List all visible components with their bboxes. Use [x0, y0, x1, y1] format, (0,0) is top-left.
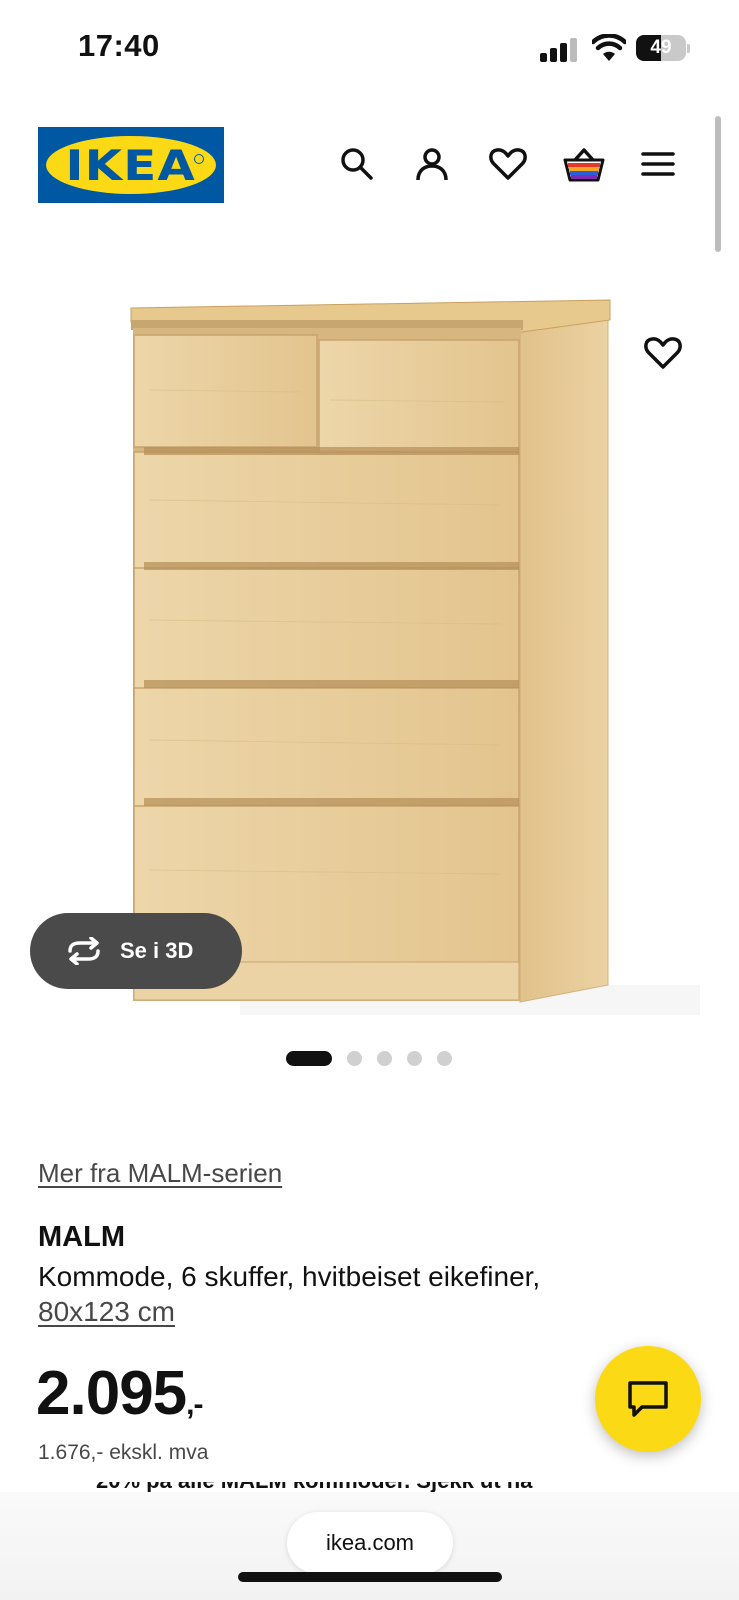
account-icon[interactable] [410, 142, 454, 186]
product-price: 2.095,- [36, 1358, 204, 1429]
product-name: MALM [38, 1221, 125, 1253]
view-in-3d-label: Se i 3D [120, 938, 194, 963]
battery-icon: 49 [636, 35, 690, 61]
search-icon[interactable] [335, 142, 379, 186]
gallery-pagination [0, 1048, 739, 1068]
heart-icon[interactable] [486, 142, 530, 186]
basket-icon[interactable] [562, 142, 606, 186]
signal-icon [540, 36, 580, 62]
url-bar[interactable]: ikea.com [287, 1512, 453, 1574]
promo-text: 20% på alle MALM kommoder. Sjekk ut nå [96, 1482, 616, 1492]
price-excl-vat: 1.676,- ekskl. mva [38, 1441, 209, 1464]
status-time: 17:40 [78, 28, 160, 63]
battery-level: 49 [650, 37, 672, 58]
home-indicator[interactable] [238, 1572, 502, 1582]
logo-text: IKEA [65, 140, 197, 190]
menu-icon[interactable] [636, 142, 680, 186]
gallery-dot-5[interactable] [437, 1051, 452, 1066]
url-text: ikea.com [325, 1530, 415, 1555]
product-size-link[interactable]: 80x123 cm [38, 1296, 175, 1328]
product-description: Kommode, 6 skuffer, hvitbeiset eikefiner… [38, 1261, 541, 1292]
favorite-button[interactable] [640, 330, 686, 376]
chat-icon [628, 1381, 668, 1417]
chat-button[interactable] [595, 1346, 701, 1452]
product-image[interactable] [0, 246, 739, 1026]
gallery-dot-4[interactable] [407, 1051, 422, 1066]
gallery-dot-3[interactable] [377, 1051, 392, 1066]
series-link[interactable]: Mer fra MALM-serien [38, 1158, 282, 1189]
gallery-dot-2[interactable] [347, 1051, 362, 1066]
site-header: IKEA [0, 126, 739, 204]
price-value: 2.095 [36, 1359, 187, 1428]
gallery-dot-1[interactable] [286, 1051, 332, 1066]
ikea-logo[interactable]: IKEA [38, 127, 224, 203]
heart-icon [644, 337, 682, 369]
price-suffix: ,- [186, 1388, 203, 1421]
rotate-3d-icon [68, 937, 100, 965]
view-in-3d-button[interactable]: Se i 3D [30, 913, 242, 989]
wifi-icon [590, 33, 628, 62]
status-bar: 17:40 49 [0, 0, 739, 96]
